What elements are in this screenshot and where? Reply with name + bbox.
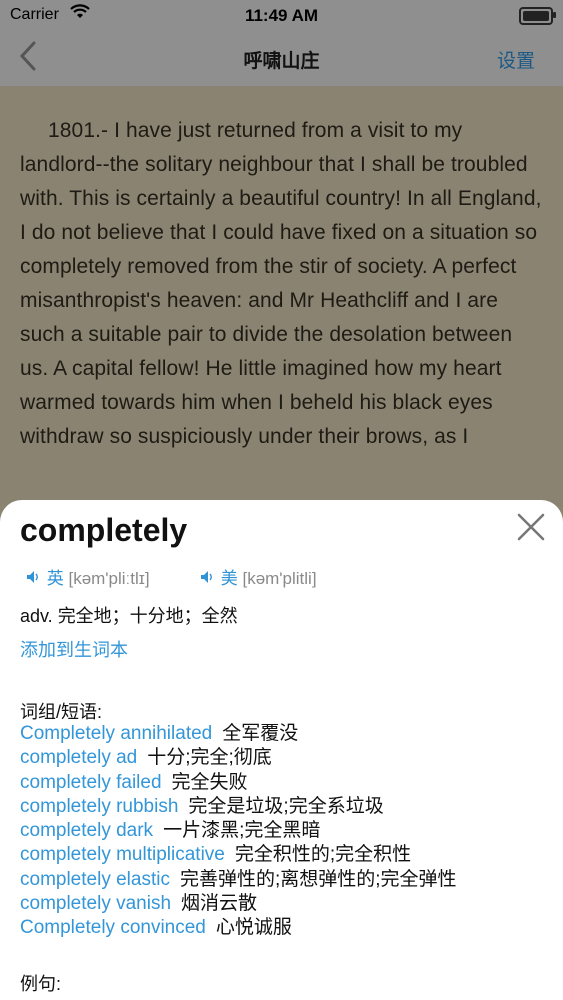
uk-phonetic: [kəm'pliːtlɪ] [68,569,150,588]
clock: 11:49 AM [244,6,319,25]
phrase-item: completely ad 十分;完全;彻底 [20,746,457,770]
speaker-icon [26,569,45,588]
phrase-link[interactable]: completely ad [20,747,137,768]
status-bar: Carrier 11:49 AM [0,0,563,30]
us-pronunciation[interactable]: 美 [kəm'plitli] [200,564,317,589]
phrase-link[interactable]: completely elastic [20,869,170,890]
uk-pronunciation[interactable]: 英 [kəm'pliːtlɪ] [26,564,150,589]
phrase-translation: 完全失败 [171,771,248,793]
phrase-translation: 完全积性的;完全积性 [234,844,412,866]
phrase-link[interactable]: completely multiplicative [20,844,225,865]
dictionary-sheet: completely 英 [kəm'pliːtlɪ] 美 [kəm'plitli… [0,500,563,1000]
phrase-item: completely vanish 烟消云散 [20,892,457,916]
phrase-item: completely rubbish 完全是垃圾;完全系垃圾 [20,795,457,819]
phrase-translation: 全军覆没 [222,723,299,744]
definition: adv. 完全地；十分地；全然 [20,606,238,626]
close-button[interactable] [513,512,549,548]
phrase-item: completely dark 一片漆黑;完全黑暗 [20,819,457,843]
phrases-heading: 词组/短语: [20,702,103,722]
settings-button[interactable]: 设置 [497,46,535,73]
phrase-translation: 十分;完全;彻底 [147,747,272,769]
phrase-link[interactable]: completely failed [20,772,162,793]
phrase-link[interactable]: Completely convinced [20,917,206,938]
phrase-item: completely elastic 完善弹性的;离想弹性的;完全弹性 [20,868,457,892]
phrase-item: completely multiplicative 完全积性的;完全积性 [20,843,457,867]
add-to-vocabulary-link[interactable]: 添加到生词本 [20,636,128,662]
close-icon [517,513,545,541]
us-label: 美 [220,569,238,588]
battery-icon [519,7,556,25]
phrase-translation: 心悦诚服 [215,917,292,939]
book-text[interactable]: 1801.- I have just returned from a visit… [20,114,545,454]
phrase-link[interactable]: Completely annihilated [20,723,212,744]
speaker-icon [200,569,219,588]
phrase-item: completely failed 完全失败 [20,771,457,795]
phrase-translation: 烟消云散 [181,893,258,915]
uk-label: 英 [46,569,64,588]
phrase-translation: 完善弹性的;离想弹性的;完全弹性 [179,868,457,890]
navigation-bar: 呼啸山庄 设置 [0,30,563,86]
dictionary-word: completely [20,512,188,548]
us-phonetic: [kəm'plitli] [242,569,317,588]
phrase-link[interactable]: completely rubbish [20,796,178,817]
phrase-list: Completely annihilated 全军覆没 completely ad… [20,722,457,941]
reading-area[interactable]: 1801.- I have just returned from a visit… [0,86,563,506]
phrase-translation: 一片漆黑;完全黑暗 [163,820,321,842]
examples-heading: 例句: [20,974,62,994]
phrase-link[interactable]: completely vanish [20,893,171,914]
page-title: 呼啸山庄 [243,51,320,72]
phrase-link[interactable]: completely dark [20,820,153,841]
phrase-item: Completely annihilated 全军覆没 [20,722,457,746]
phrase-translation: 完全是垃圾;完全系垃圾 [188,795,384,817]
phrase-item: Completely convinced 心悦诚服 [20,916,457,940]
